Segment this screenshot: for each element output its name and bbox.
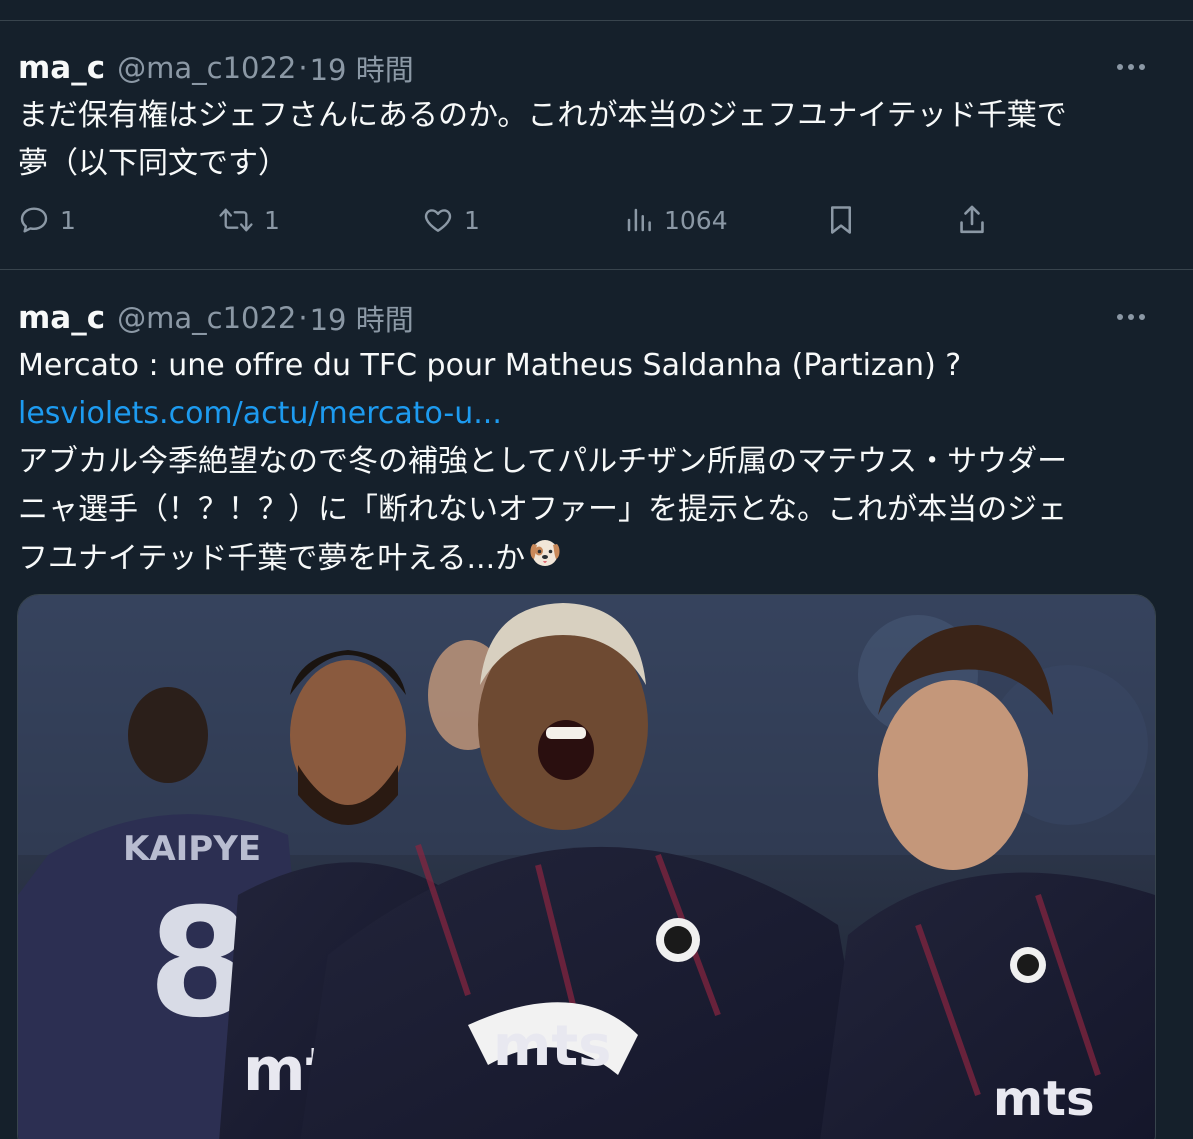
- separator-dot: ·: [298, 51, 308, 85]
- article-link[interactable]: lesviolets.com/actu/mercato-u...: [18, 396, 502, 431]
- heart-icon: [424, 209, 452, 232]
- tweet-actions: 1 1 1 1064: [0, 200, 1193, 240]
- back-name-text: KAIPYE: [123, 829, 261, 869]
- jersey-text-right: mts: [993, 1071, 1095, 1127]
- tweet-header: ma_c @ma_c1022 · 19 時間: [18, 46, 414, 90]
- views-button[interactable]: 1064: [624, 200, 728, 240]
- timestamp[interactable]: 19 時間: [310, 47, 414, 89]
- timeline: ma_c @ma_c1022 · 19 時間 まだ保有権はジェフさんにあるのか。…: [0, 0, 1193, 1139]
- more-button[interactable]: [1111, 302, 1151, 332]
- share-icon: [960, 205, 984, 234]
- tweet-text-line: ニャ選手（！？！？）に「断れないオファー」を提示とな。これが本当のジェ: [18, 492, 1068, 527]
- divider: [0, 20, 1193, 21]
- more-horizontal-icon: [1117, 64, 1145, 70]
- tweet-text-line: まだ保有権はジェフさんにあるのか。これが本当のジェフユナイテッド千葉で: [18, 98, 1067, 133]
- retweet-icon: [219, 208, 253, 232]
- tweet-text: まだ保有権はジェフさんにあるのか。これが本当のジェフユナイテッド千葉で 夢（以下…: [18, 92, 1153, 188]
- jersey-text-center: mts: [493, 1014, 611, 1079]
- user-handle[interactable]: @ma_c1022: [117, 301, 296, 335]
- tweet-headline: Mercato : une offre du TFC pour Matheus …: [18, 348, 962, 383]
- bookmark-button[interactable]: [826, 200, 856, 240]
- tweet-text: Mercato : une offre du TFC pour Matheus …: [18, 342, 1153, 585]
- like-button[interactable]: 1: [422, 200, 480, 240]
- timestamp[interactable]: 19 時間: [310, 297, 414, 339]
- more-horizontal-icon: [1117, 314, 1145, 320]
- bookmark-icon: [831, 206, 851, 234]
- reply-icon: [20, 207, 48, 233]
- reply-button[interactable]: 1: [18, 200, 76, 240]
- dog-face-icon: [527, 534, 563, 585]
- tweet-text-line: フユナイテッド千葉で夢を叶える...か: [18, 541, 526, 576]
- retweet-button[interactable]: 1: [218, 200, 280, 240]
- tweet-header: ma_c @ma_c1022 · 19 時間: [18, 296, 414, 340]
- separator-dot: ·: [298, 301, 308, 335]
- like-count: 1: [464, 205, 480, 235]
- retweet-count: 1: [264, 205, 280, 235]
- tweet-media-image[interactable]: KAIPYE 8 mts mts mts: [17, 594, 1156, 1139]
- share-button[interactable]: [956, 200, 988, 240]
- photo-football-players: KAIPYE 8 mts mts mts: [18, 595, 1155, 1139]
- display-name[interactable]: ma_c: [18, 50, 105, 86]
- user-handle[interactable]: @ma_c1022: [117, 51, 296, 85]
- views-icon: [627, 208, 651, 232]
- reply-count: 1: [60, 205, 76, 235]
- divider: [0, 269, 1193, 270]
- more-button[interactable]: [1111, 52, 1151, 82]
- display-name[interactable]: ma_c: [18, 300, 105, 336]
- view-count: 1064: [664, 205, 728, 235]
- tweet-text-line: アブカル今季絶望なので冬の補強としてパルチザン所属のマテウス・サウダー: [18, 444, 1068, 479]
- tweet-text-line: 夢（以下同文です）: [18, 146, 288, 181]
